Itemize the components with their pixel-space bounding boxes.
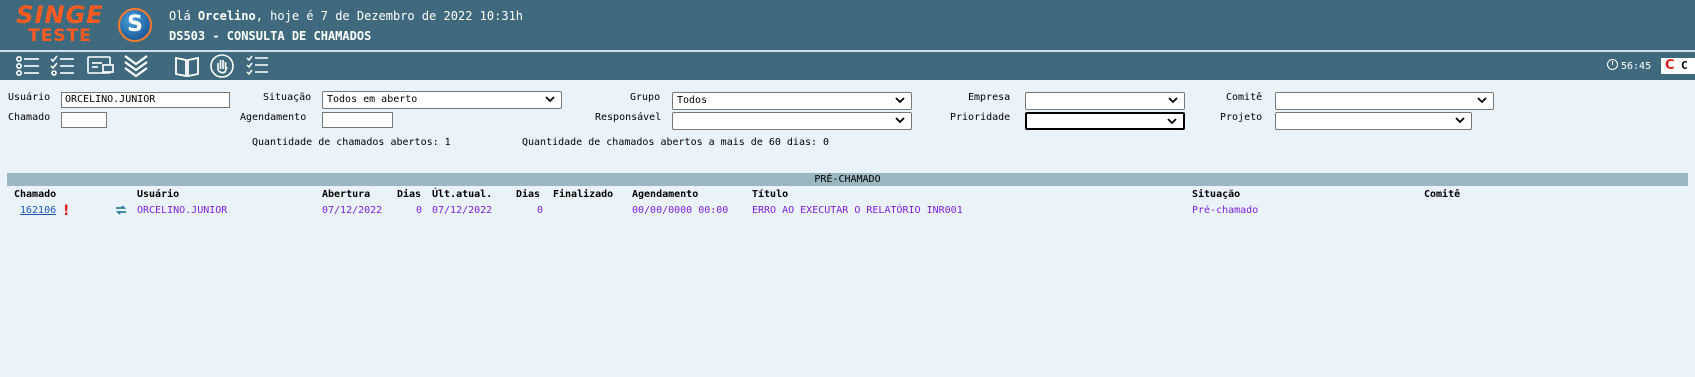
comite-label: Comitê bbox=[1226, 92, 1263, 103]
responsavel-select[interactable] bbox=[672, 112, 912, 130]
list-icon[interactable] bbox=[14, 53, 42, 79]
row-ult-atual: 07/12/2022 bbox=[432, 205, 493, 216]
logo-mark-icon: S bbox=[118, 8, 152, 42]
row-titulo: ERRO AO EXECUTAR O RELATÓRIO INR001 bbox=[752, 205, 963, 216]
chevron-down-icon bbox=[895, 97, 905, 104]
transfer-icon[interactable] bbox=[115, 205, 127, 215]
user-name: Orcelino bbox=[197, 9, 256, 23]
logout-icon: C bbox=[1665, 58, 1675, 73]
row-dias: 0 bbox=[416, 205, 423, 216]
header-chamado: Chamado bbox=[14, 189, 57, 200]
situacao-label: Situação bbox=[263, 92, 312, 103]
session-timer: 56:45 bbox=[1607, 59, 1651, 72]
chamado-link[interactable]: 162106 bbox=[20, 205, 56, 216]
row-situacao: Pré-chamado bbox=[1192, 205, 1259, 216]
header-comite: Comitê bbox=[1424, 189, 1461, 200]
grupo-select[interactable]: Todos bbox=[672, 92, 912, 110]
header-dias: Dias bbox=[516, 189, 541, 200]
situacao-select[interactable]: Todos em aberto bbox=[322, 91, 562, 109]
chevron-down-icon bbox=[895, 117, 905, 124]
logo-bottom-text: TESTE bbox=[28, 26, 92, 46]
priority-alert-icon: ! bbox=[63, 203, 70, 219]
prioridade-select[interactable] bbox=[1025, 112, 1185, 130]
toolbar: 56:45 C C bbox=[0, 52, 1695, 80]
responsavel-label: Responsável bbox=[595, 112, 662, 123]
header-titulo: Título bbox=[752, 189, 789, 200]
projeto-label: Projeto bbox=[1220, 112, 1263, 123]
app-header: SINGE TESTE S Olá Orcelino, hoje é 7 de … bbox=[0, 0, 1695, 52]
prioridade-label: Prioridade bbox=[950, 112, 1011, 123]
agendamento-label: Agendamento bbox=[240, 112, 307, 123]
usuario-label: Usuário bbox=[8, 92, 51, 103]
chevron-down-icon bbox=[1455, 117, 1465, 124]
chevron-down-icon bbox=[545, 96, 555, 103]
chevron-down-icon bbox=[1168, 97, 1178, 104]
qtd-chamados-abertos: Quantidade de chamados abertos: 1 bbox=[252, 137, 451, 148]
chamado-label: Chamado bbox=[8, 112, 51, 123]
chevron-down-icon bbox=[1167, 118, 1177, 125]
close-button[interactable]: C C bbox=[1661, 58, 1695, 74]
comite-select[interactable] bbox=[1275, 92, 1494, 110]
row-usuario: ORCELINO.JUNIOR bbox=[137, 205, 228, 216]
empresa-label: Empresa bbox=[968, 92, 1011, 103]
section-title: PRÉ-CHAMADO bbox=[7, 173, 1688, 186]
usuario-input[interactable]: ORCELINO.JUNIOR bbox=[61, 92, 230, 108]
agendamento-input[interactable] bbox=[322, 112, 393, 128]
checklist-icon[interactable] bbox=[49, 53, 77, 79]
row-dias: 0 bbox=[537, 205, 544, 216]
row-agendamento: 00/00/0000 00:00 bbox=[632, 205, 729, 216]
header-situacao: Situação bbox=[1192, 189, 1241, 200]
header-ult-atual: Últ.atual. bbox=[432, 189, 493, 200]
task-list-icon[interactable] bbox=[246, 53, 274, 79]
chamado-input[interactable] bbox=[61, 112, 107, 128]
header-usuario: Usuário bbox=[137, 189, 180, 200]
header-dias: Dias bbox=[397, 189, 422, 200]
header-finalizado: Finalizado bbox=[553, 189, 614, 200]
hand-stop-icon[interactable] bbox=[209, 53, 237, 79]
header-abertura: Abertura bbox=[322, 189, 371, 200]
card-icon[interactable] bbox=[86, 53, 114, 79]
empresa-select[interactable] bbox=[1025, 92, 1185, 110]
logo-top-text: SINGE bbox=[16, 1, 104, 29]
header-agendamento: Agendamento bbox=[632, 189, 699, 200]
chevron-down-icon bbox=[1477, 97, 1487, 104]
grupo-label: Grupo bbox=[630, 92, 661, 103]
page-title: DS503 - CONSULTA DE CHAMADOS bbox=[169, 29, 372, 43]
double-chevron-down-icon[interactable] bbox=[123, 53, 151, 79]
qtd-chamados-60-dias: Quantidade de chamados abertos a mais de… bbox=[522, 137, 830, 148]
logo: SINGE TESTE bbox=[10, 3, 110, 45]
greeting: Olá Orcelino, hoje é 7 de Dezembro de 20… bbox=[169, 9, 524, 23]
book-icon[interactable] bbox=[173, 53, 201, 79]
projeto-select[interactable] bbox=[1275, 112, 1472, 130]
row-abertura: 07/12/2022 bbox=[322, 205, 383, 216]
clock-icon bbox=[1607, 59, 1618, 70]
